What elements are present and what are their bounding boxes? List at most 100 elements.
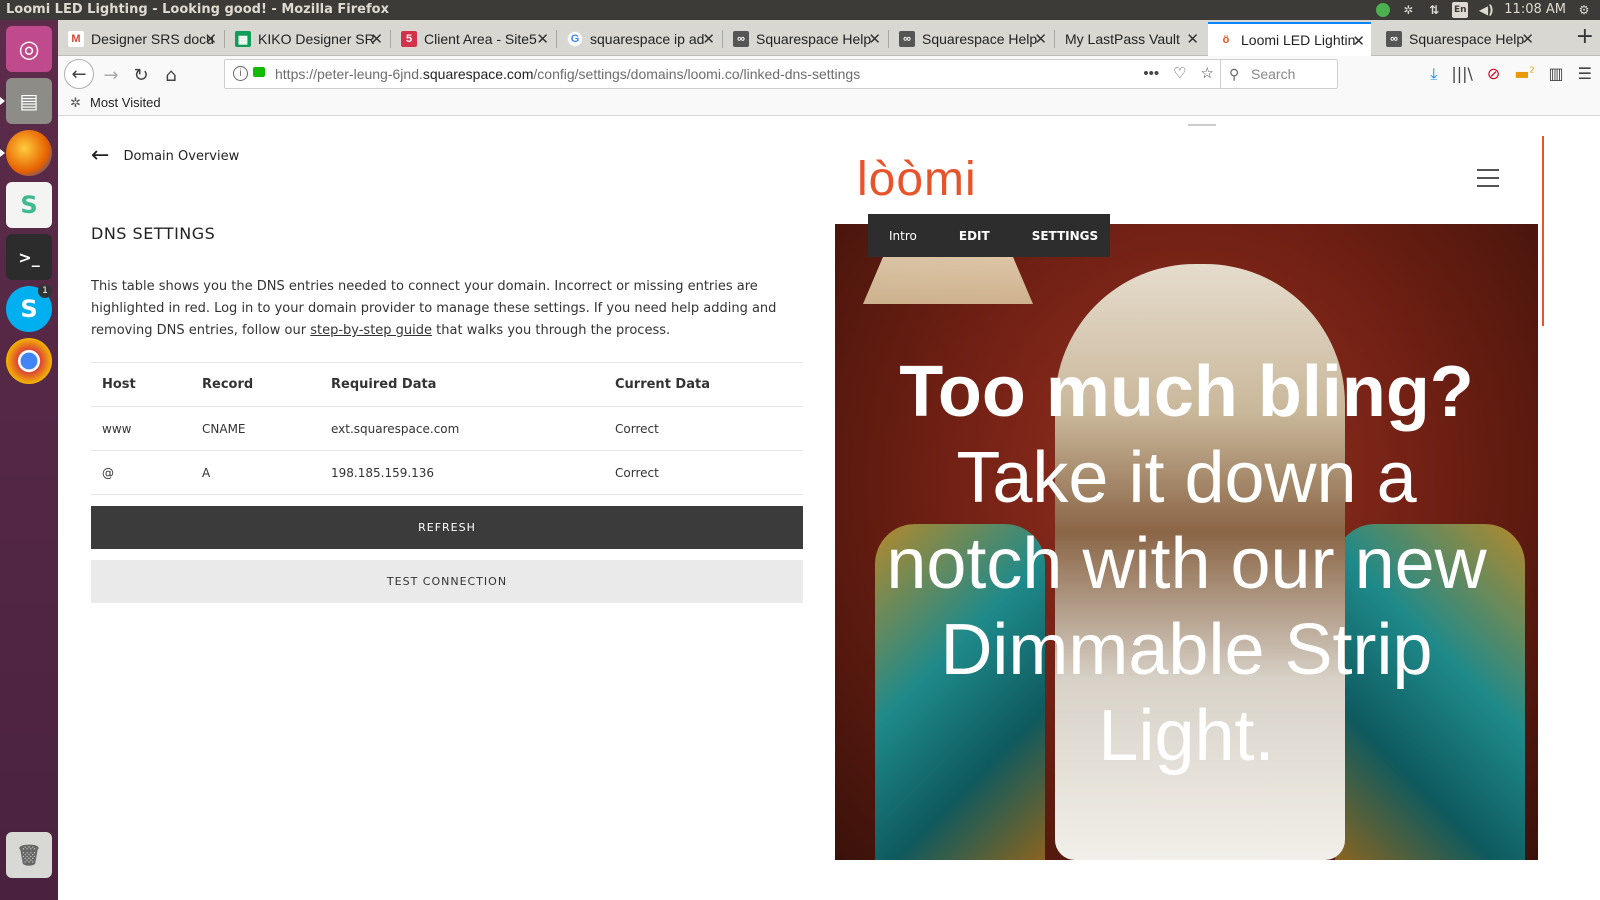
reload-button[interactable]: ↻ [128,62,154,88]
tab-squarespace-help-3[interactable]: ∞ Squarespace Help ✕ [1376,22,1540,56]
url-path: /config/settings/domains/loomi.co/linked… [533,66,861,82]
test-connection-button[interactable]: TEST CONNECTION [91,560,803,603]
chrome-icon[interactable] [6,338,52,384]
terminal-icon[interactable]: >_ [6,234,52,280]
tab-gmail[interactable]: M Designer SRS docu ✕ [58,22,223,56]
tab-sheets[interactable]: ▦ KIKO Designer SR ✕ [225,22,389,56]
tab-google-search[interactable]: G squarespace ip ad ✕ [557,22,721,56]
lock-icon [253,67,265,77]
hero-line: Take it down a [956,438,1417,518]
extension-badge: 2 [1529,65,1535,75]
home-button[interactable]: ⌂ [158,62,184,88]
close-icon[interactable]: ✕ [1352,32,1365,50]
running-indicator [0,149,5,157]
tab-lastpass[interactable]: My LastPass Vault ✕ [1055,22,1205,56]
domain-overview-link[interactable]: ← Domain Overview [91,145,240,167]
library-icon[interactable]: |||\ [1451,64,1473,84]
window-title: Loomi LED Lighting - Looking good! - Moz… [6,2,389,17]
search-placeholder: Search [1251,66,1296,82]
tab-label: squarespace ip ad [590,31,705,47]
back-button[interactable]: ← [64,59,94,89]
preview-drag-handle[interactable] [1188,124,1216,126]
section-name-label: Intro [889,228,917,243]
search-icon: ⚲ [1229,66,1240,82]
column-header: Record [191,362,320,407]
url-domain: squarespace.com [422,66,534,82]
page-actions-icon[interactable]: ••• [1143,60,1159,88]
refresh-button[interactable]: REFRESH [91,506,803,549]
menu-icon[interactable]: ☰ [1578,64,1592,84]
squarespace-icon: ∞ [899,31,915,47]
most-visited-link[interactable]: Most Visited [90,95,161,110]
required-data-cell: ext.squarespace.com [320,406,604,451]
column-header: Host [91,362,191,407]
navigation-toolbar: ← → ↻ ⌂ i https://peter-leung-6jnd.squar… [58,56,1600,92]
step-by-step-guide-link[interactable]: step-by-step guide [310,323,432,338]
dns-table: Host Record Required Data Current Data w… [91,362,803,495]
running-indicator [0,97,5,105]
slack-icon[interactable]: S [6,182,52,228]
column-header: Required Data [320,362,604,407]
url-bar[interactable]: i https://peter-leung-6jnd.squarespace.c… [224,59,1223,89]
tab-label: Designer SRS docu [91,31,214,47]
sidebar-icon[interactable]: ▥ [1549,64,1564,84]
close-icon[interactable]: ✕ [702,30,715,48]
settings-button[interactable]: SETTINGS [1011,229,1120,243]
tab-squarespace-help-1[interactable]: ∞ Squarespace Help ✕ [723,22,887,56]
clock[interactable]: 11:08 AM [1504,0,1566,20]
toolbar-icons: ⤓ |||\ ⊘ ▬2 ▥ ☰ [1430,64,1592,84]
ubuntu-dash-icon[interactable]: ◎ [6,26,52,72]
tab-loomi-active[interactable]: ö Loomi LED Lightin ✕ [1208,22,1371,56]
column-header: Current Data [604,362,803,407]
hero-line: notch with our new [886,524,1487,604]
settings-gear-icon[interactable]: ✲ [1400,2,1416,18]
gmail-icon: M [68,31,84,47]
power-gear-icon[interactable]: ⚙ [1576,2,1592,18]
trash-icon[interactable]: 🗑 [6,832,52,878]
record-cell: A [191,450,320,495]
hero-line: Light. [1098,696,1275,776]
keyboard-layout-indicator[interactable]: En [1452,2,1469,18]
firefox-icon[interactable] [6,130,52,176]
files-icon[interactable]: ▤ [6,78,52,124]
close-icon[interactable]: ✕ [204,30,217,48]
table-row: www CNAME ext.squarespace.com Correct [91,406,803,451]
adblock-icon[interactable]: ⊘ [1487,64,1500,84]
dns-description: This table shows you the DNS entries nee… [91,276,809,342]
info-icon[interactable]: i [233,66,248,81]
close-icon[interactable]: ✕ [868,30,881,48]
network-icon[interactable]: ⇅ [1426,2,1442,18]
pocket-icon[interactable]: ♡ [1173,60,1186,88]
close-icon[interactable]: ✕ [1034,30,1047,48]
forward-button[interactable]: → [98,62,124,88]
desc-text: that walks you through the process. [432,323,671,338]
close-icon[interactable]: ✕ [370,30,383,48]
hamburger-menu-icon[interactable] [1477,169,1499,193]
new-tab-button[interactable]: + [1576,24,1594,49]
tab-site5[interactable]: 5 Client Area - Site5 ✕ [391,22,555,56]
record-cell: CNAME [191,406,320,451]
search-box[interactable]: ⚲ Search [1220,59,1338,89]
tab-label: Squarespace Help [1409,31,1525,47]
gear-icon: ✲ [70,95,81,110]
site-logo[interactable]: lòòmi [857,152,977,207]
preview-scrollbar[interactable] [1542,136,1544,326]
extension-icon[interactable]: ▬2 [1514,64,1534,84]
bookmark-star-icon[interactable]: ☆ [1201,60,1214,88]
volume-icon[interactable]: ◀) [1478,2,1494,18]
skype-badge: 1 [38,284,52,298]
settings-panel: ← Domain Overview DNS SETTINGS This tabl… [58,116,828,900]
back-link-label: Domain Overview [123,148,240,164]
required-data-cell: 198.185.159.136 [320,450,604,495]
close-icon[interactable]: ✕ [1521,30,1534,48]
system-tray: ✲ ⇅ En ◀) 11:08 AM ⚙ [1376,0,1600,20]
tab-label: Client Area - Site5 [424,31,537,47]
squarespace-icon: ∞ [1386,31,1402,47]
download-icon[interactable]: ⤓ [1430,64,1437,84]
site5-icon: 5 [401,31,417,47]
tab-squarespace-help-2[interactable]: ∞ Squarespace Help ✕ [889,22,1053,56]
edit-button[interactable]: EDIT [938,229,1011,243]
close-icon[interactable]: ✕ [1186,30,1199,48]
chrome-tray-icon[interactable] [1376,3,1391,17]
close-icon[interactable]: ✕ [536,30,549,48]
